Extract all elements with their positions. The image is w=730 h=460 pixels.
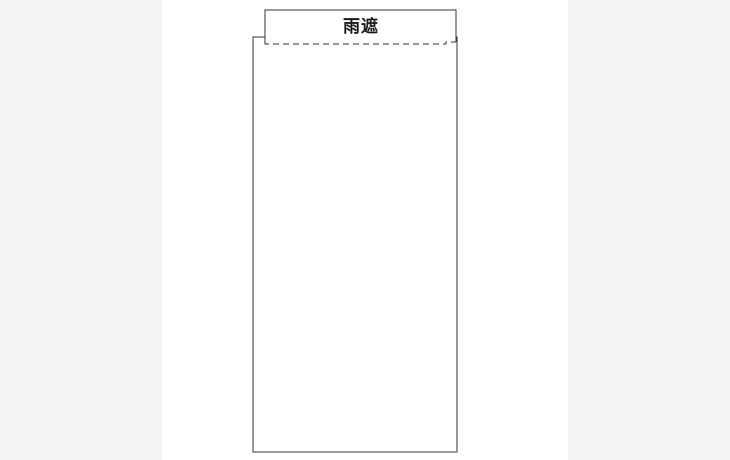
body-outline xyxy=(252,36,458,453)
flap-label: 雨遮 xyxy=(343,17,379,37)
fold-dashed-line xyxy=(264,41,456,45)
envelope-outline-diagram xyxy=(252,9,458,453)
